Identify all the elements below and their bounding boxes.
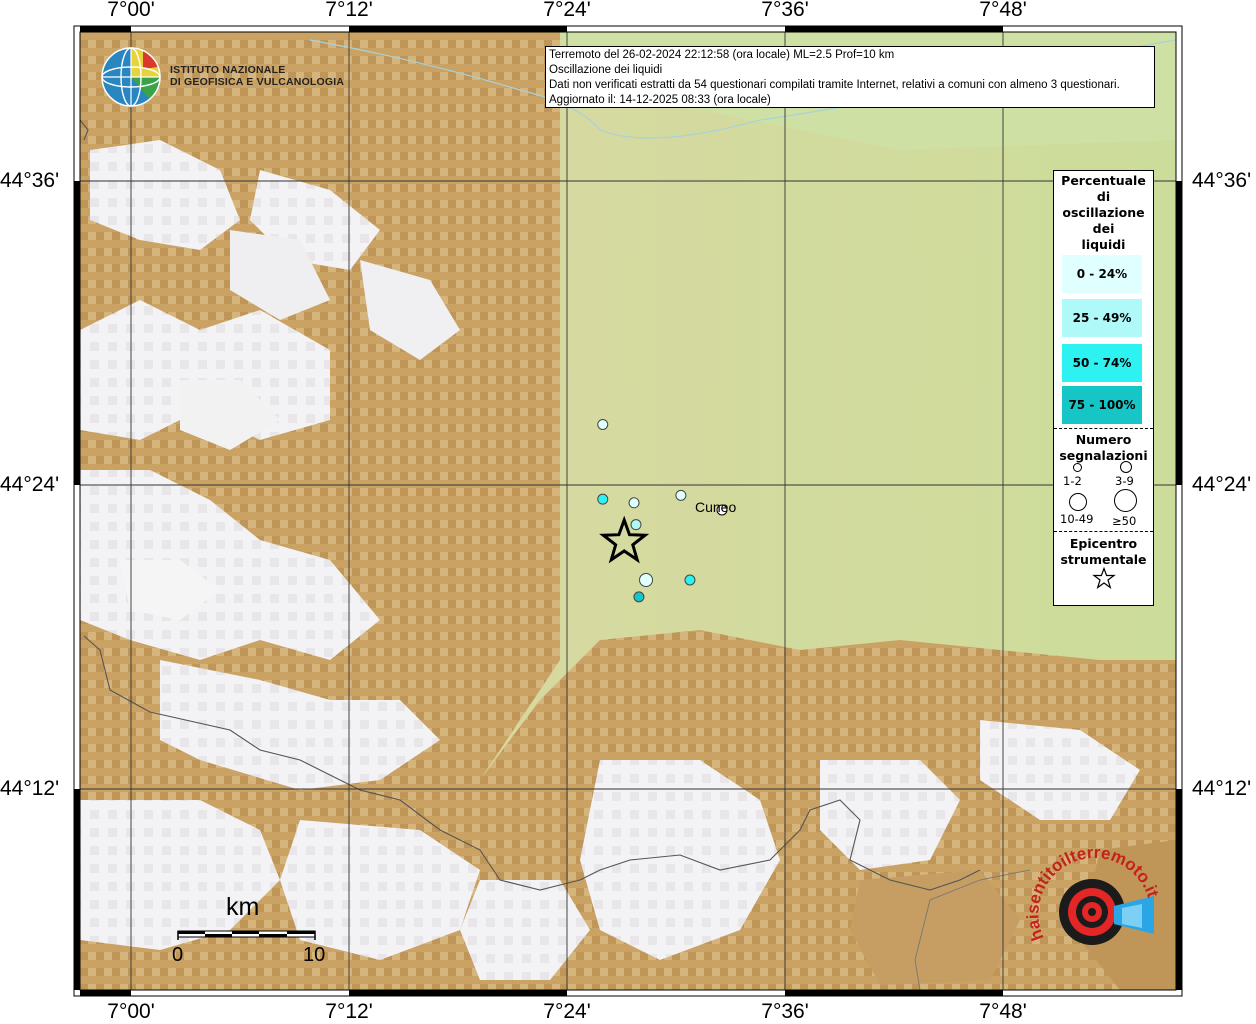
city-label-cuneo: Cuneo (695, 499, 737, 515)
lat-tick-right: 44°36' (1192, 169, 1252, 192)
scale-label-start: 0 (172, 944, 184, 966)
count-label-1-2: 1-2 (1063, 474, 1082, 488)
observation-marker (630, 519, 642, 531)
count-circle-50-icon (1114, 489, 1137, 512)
legend-count-title-line: Numero (1075, 432, 1132, 447)
event-info-line2: Oscillazione dei liquidi (549, 64, 663, 76)
legend-class-2: 50 - 74% (1062, 344, 1142, 382)
lat-tick-left: 44°12' (0, 777, 60, 800)
legend-count-title-line: segnalazioni (1059, 448, 1148, 463)
legend-epicenter-title: Epicentro strumentale (1054, 536, 1153, 568)
legend-title-line: dei (1092, 221, 1115, 236)
lon-tick-bottom: 7°00' (107, 1000, 155, 1023)
count-circle-1-2-icon (1073, 463, 1082, 472)
lon-tick-top: 7°48' (979, 0, 1027, 21)
lon-tick-top: 7°36' (761, 0, 809, 21)
legend-epicenter-title-line: strumentale (1060, 552, 1147, 567)
legend-epicenter-star-icon (1092, 567, 1116, 589)
lat-tick-left: 44°24' (0, 473, 60, 496)
legend-class-3: 75 - 100% (1062, 386, 1142, 424)
observation-marker (633, 591, 645, 603)
legend-title-line: liquidi (1081, 237, 1126, 252)
scale-title: km (226, 893, 260, 921)
institute-name: ISTITUTO NAZIONALE DI GEOFISICA E VULCAN… (170, 64, 344, 88)
event-info-line4: Aggiornato il: 14-12-2025 08:33 (ora loc… (549, 94, 771, 106)
relief-layer (80, 32, 1176, 990)
legend-title-line: Percentuale (1061, 173, 1146, 188)
lat-tick-left: 44°36' (0, 169, 60, 192)
count-label-10-49: 10-49 (1060, 512, 1094, 526)
event-info-line1: Terremoto del 26-02-2024 22:12:58 (ora l… (549, 49, 895, 61)
observation-marker (597, 419, 609, 431)
lon-tick-top: 7°24' (543, 0, 591, 21)
legend-separator (1054, 428, 1153, 429)
legend-count-title: Numero segnalazioni (1054, 432, 1153, 464)
observation-marker (628, 497, 640, 509)
institute-name-line1: ISTITUTO NAZIONALE (170, 64, 286, 76)
observation-marker (684, 574, 696, 586)
lon-tick-bottom: 7°48' (979, 1000, 1027, 1023)
lon-tick-bottom: 7°24' (543, 1000, 591, 1023)
scale-label-end: 10 (303, 944, 326, 966)
count-circle-3-9-icon (1120, 461, 1132, 473)
count-circle-10-49-icon (1069, 493, 1087, 511)
observation-marker (675, 489, 687, 501)
lat-tick-right: 44°12' (1192, 777, 1252, 800)
legend-epicenter-title-line: Epicentro (1069, 536, 1138, 551)
observation-marker (597, 493, 609, 505)
ingv-logo-icon (101, 47, 161, 107)
lon-tick-top: 7°00' (107, 0, 155, 21)
lat-tick-right: 44°24' (1192, 473, 1252, 496)
legend-title: Percentuale di oscillazione dei liquidi (1054, 173, 1153, 253)
count-label-50: ≥50 (1112, 514, 1137, 528)
observation-marker (639, 573, 654, 587)
event-info-line3: Dati non verificati estratti da 54 quest… (549, 79, 1120, 91)
legend-separator (1054, 531, 1153, 532)
legend-title-line: di (1096, 189, 1111, 204)
legend-class-0: 0 - 24% (1062, 255, 1142, 293)
lon-tick-bottom: 7°36' (761, 1000, 809, 1023)
lon-tick-top: 7°12' (325, 0, 373, 21)
event-info-box: Terremoto del 26-02-2024 22:12:58 (ora l… (545, 46, 1155, 108)
lon-tick-bottom: 7°12' (325, 1000, 373, 1023)
count-label-3-9: 3-9 (1115, 474, 1134, 488)
legend-title-line: oscillazione (1062, 205, 1145, 220)
institute-name-line2: DI GEOFISICA E VULCANOLOGIA (170, 76, 345, 88)
legend-panel: Percentuale di oscillazione dei liquidi … (1053, 170, 1154, 606)
legend-class-1: 25 - 49% (1062, 299, 1142, 337)
